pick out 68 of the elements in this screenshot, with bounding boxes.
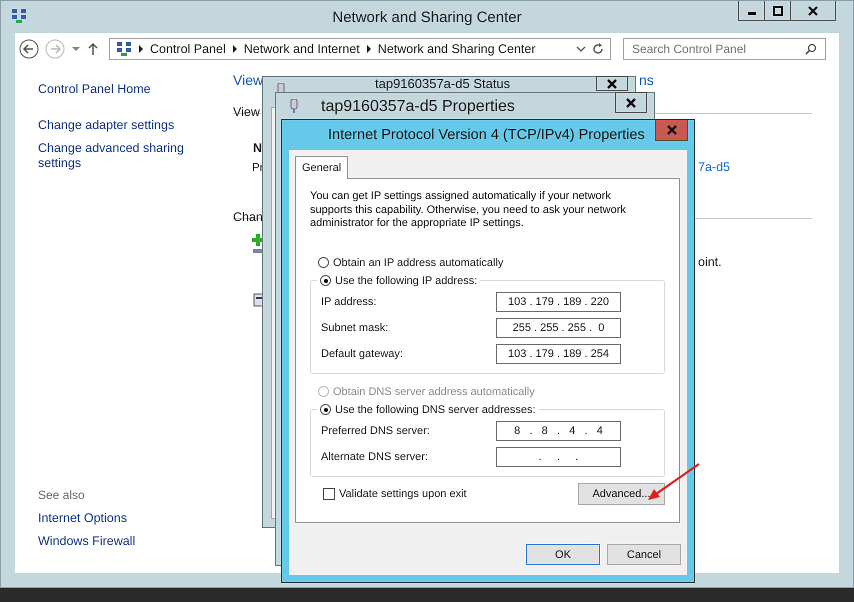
- close-icon: [626, 98, 636, 108]
- control-panel-icon: [116, 41, 132, 57]
- window-title: tap9160357a-d5 Status: [375, 77, 510, 91]
- plug-icon: [290, 99, 298, 113]
- back-icon[interactable]: [19, 39, 39, 59]
- address-bar[interactable]: Control Panel Network and Internet Network and Sharing Center: [109, 38, 611, 60]
- close-button[interactable]: [615, 92, 647, 113]
- sidebar-link[interactable]: Windows Firewall: [38, 534, 188, 549]
- section-heading: See also: [38, 488, 86, 502]
- dialog-button[interactable]: OK: [526, 544, 600, 565]
- chevron-icon: [138, 45, 144, 53]
- field-label: Preferred DNS server:: [321, 424, 431, 436]
- field-label: IP address:: [321, 296, 378, 308]
- search-icon: [805, 43, 817, 55]
- ip-address-field[interactable]: 8 . 8 . 4 . 4: [496, 420, 621, 440]
- heading-text: ns: [639, 72, 654, 88]
- dropdown-icon[interactable]: [71, 45, 81, 53]
- text: View: [233, 105, 260, 119]
- field-label: Default gateway:: [321, 348, 404, 360]
- close-button[interactable]: [790, 1, 836, 21]
- ip-address-field[interactable]: 103 . 179 . 189 . 220: [496, 292, 621, 312]
- radio-button[interactable]: [320, 404, 331, 415]
- radio-label[interactable]: Use the following DNS server addresses:: [335, 404, 536, 416]
- minimize-button[interactable]: [738, 1, 765, 21]
- close-icon: [808, 6, 818, 16]
- chevron-icon: [232, 45, 238, 53]
- field-label: Subnet mask:: [321, 322, 390, 334]
- radio-label[interactable]: Obtain an IP address automatically: [333, 256, 504, 268]
- checkbox-label[interactable]: Validate settings upon exit: [339, 488, 467, 500]
- dialog-button[interactable]: Cancel: [607, 544, 681, 565]
- description-text: You can get IP settings assigned automatically if your network supports this capability. Otherwise, you need to ask your network administrator for the appropriate IP settings.: [310, 190, 627, 230]
- close-icon: [666, 125, 676, 135]
- arrow: [648, 463, 700, 500]
- sidebar-link[interactable]: Change adapter settings: [38, 118, 188, 133]
- search-field[interactable]: Search Control Panel: [623, 38, 826, 60]
- sidebar-link[interactable]: Change advanced sharing settings: [38, 141, 188, 171]
- tab[interactable]: General: [295, 156, 348, 179]
- ip-address-field[interactable]: 103 . 179 . 189 . 254: [496, 344, 621, 364]
- link[interactable]: 7a-d5: [698, 160, 730, 174]
- heading-text: View: [233, 72, 264, 88]
- sidebar-link[interactable]: Internet Options: [38, 511, 188, 526]
- radio-button[interactable]: [318, 257, 329, 268]
- window-title: Network and Sharing Center: [332, 8, 522, 26]
- radio-button[interactable]: [320, 275, 331, 286]
- breadcrumb[interactable]: Network and Internet: [244, 42, 360, 56]
- text: Chan: [233, 210, 263, 224]
- chevron-icon: [366, 45, 372, 53]
- field-label: Alternate DNS server:: [321, 450, 429, 462]
- dialog-title: Internet Protocol Version 4 (TCP/IPv4) Properties: [328, 127, 645, 143]
- close-icon: [607, 78, 617, 88]
- checkbox[interactable]: [323, 488, 335, 500]
- ip-address-field[interactable]: 255 . 255 . 255 . 0: [496, 318, 621, 338]
- maximize-icon: [772, 6, 782, 16]
- radio-label[interactable]: Use the following IP address:: [335, 274, 478, 286]
- breadcrumb[interactable]: Control Panel: [150, 42, 226, 56]
- advanced-button[interactable]: Advanced...: [578, 482, 665, 504]
- breadcrumb[interactable]: Network and Sharing Center: [378, 42, 536, 56]
- up-icon[interactable]: [87, 42, 99, 56]
- sidebar-link[interactable]: Control Panel Home: [38, 82, 188, 97]
- ip-address-field[interactable]: . . .: [496, 446, 621, 466]
- minimize-icon: [748, 12, 756, 15]
- window-title: tap9160357a-d5 Properties: [321, 98, 515, 116]
- text: N: [253, 141, 262, 155]
- close-button[interactable]: [596, 76, 628, 91]
- text: Pr: [252, 162, 264, 174]
- refresh-icon[interactable]: [592, 43, 604, 55]
- caret-icon[interactable]: [576, 45, 586, 53]
- text: oint.: [698, 255, 722, 269]
